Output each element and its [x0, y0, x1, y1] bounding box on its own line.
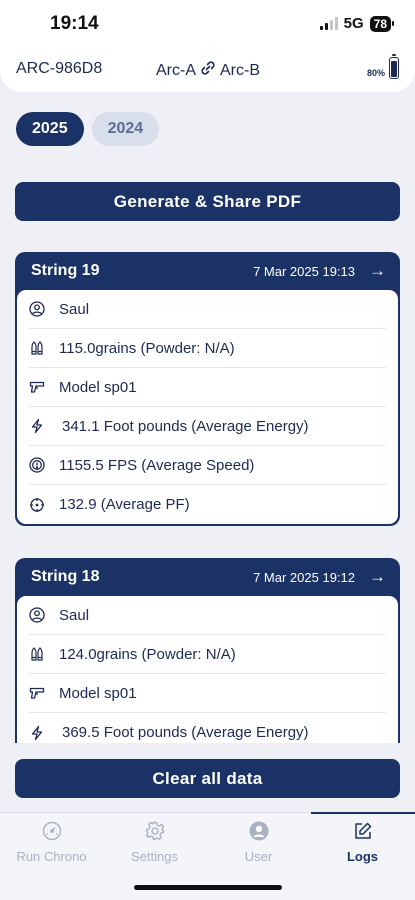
tab-label: Run Chrono	[16, 849, 87, 864]
string-card-body: Saul 124.0grains (Powder: N/A) Model sp0…	[17, 596, 398, 743]
lightning-icon	[29, 418, 45, 434]
tab-run-chrono[interactable]: Run Chrono	[0, 813, 103, 869]
tab-logs[interactable]: Logs	[311, 813, 414, 869]
year-filter: 2025 2024	[16, 112, 160, 146]
string-title: String 19	[31, 262, 100, 279]
pf-value: 132.9 (Average PF)	[59, 496, 190, 513]
tab-label: Settings	[131, 849, 178, 864]
tab-label: User	[244, 849, 273, 864]
model-row: Model sp01	[29, 674, 386, 713]
link-icon	[200, 60, 216, 81]
grains-row: 124.0grains (Powder: N/A)	[29, 635, 386, 674]
arrow-right-icon[interactable]: →	[369, 261, 386, 281]
string-card-header[interactable]: String 19 7 Mar 2025 19:13 →	[17, 252, 398, 290]
shooter-name: Saul	[59, 606, 90, 624]
user-icon	[249, 821, 269, 846]
energy-value: 369.5 Foot pounds (Average Energy)	[62, 724, 309, 741]
arc-a-label: Arc-A	[156, 61, 196, 79]
shooter-row: Saul	[29, 290, 386, 329]
user-circle-icon	[29, 607, 45, 623]
pistol-icon	[29, 379, 45, 395]
tab-settings[interactable]: Settings	[103, 813, 206, 869]
energy-value: 341.1 Foot pounds (Average Energy)	[62, 417, 309, 435]
energy-row: 341.1 Foot pounds (Average Energy)	[29, 407, 386, 446]
clear-data-button[interactable]: Clear all data	[15, 759, 400, 798]
strings-list[interactable]: String 19 7 Mar 2025 19:13 → Saul 115.0g…	[0, 240, 415, 743]
home-indicator[interactable]	[134, 885, 282, 890]
string-datetime: 7 Mar 2025 19:13	[253, 263, 355, 279]
device-battery: 80%	[366, 54, 399, 79]
grains-row: 115.0grains (Powder: N/A)	[29, 329, 386, 368]
arc-b-label: Arc-B	[220, 61, 260, 79]
bullets-icon	[29, 646, 45, 662]
generate-pdf-button[interactable]: Generate & Share PDF	[15, 182, 400, 221]
string-card-body: Saul 115.0grains (Powder: N/A) Model sp0…	[17, 290, 398, 524]
device-header: ARC-986D8 Arc-A Arc-B 80%	[0, 48, 415, 92]
year-pill-2024[interactable]: 2024	[91, 112, 160, 146]
device-battery-pct: 80%	[366, 68, 385, 78]
signal-icon	[319, 17, 338, 30]
shooter-name: Saul	[59, 300, 90, 318]
user-circle-icon	[29, 301, 45, 317]
string-card-header[interactable]: String 18 7 Mar 2025 19:12 →	[17, 558, 398, 596]
pistol-icon	[29, 685, 45, 701]
shooter-row: Saul	[29, 596, 386, 635]
crosshair-icon	[29, 497, 45, 513]
network-label: 5G	[343, 15, 364, 32]
model-value: Model sp01	[59, 378, 137, 396]
pf-row: 132.9 (Average PF)	[29, 485, 386, 524]
edit-icon	[353, 821, 373, 846]
speed-alert-icon	[29, 457, 45, 473]
battery-fill	[391, 61, 397, 77]
speedometer-icon	[42, 821, 62, 846]
arrow-right-icon[interactable]: →	[369, 567, 386, 587]
string-card[interactable]: String 18 7 Mar 2025 19:12 → Saul 124.0g…	[15, 558, 400, 743]
model-value: Model sp01	[59, 684, 137, 702]
string-title: String 18	[31, 568, 100, 585]
model-row: Model sp01	[29, 368, 386, 407]
grains-value: 115.0grains (Powder: N/A)	[59, 339, 235, 357]
gear-icon	[145, 821, 165, 846]
tab-user[interactable]: User	[207, 813, 310, 869]
speed-row: 1155.5 FPS (Average Speed)	[29, 446, 386, 485]
device-arcs[interactable]: Arc-A Arc-B	[156, 60, 260, 81]
string-card[interactable]: String 19 7 Mar 2025 19:13 → Saul 115.0g…	[15, 252, 400, 526]
phone-battery-icon: 78	[369, 15, 395, 32]
lightning-icon	[29, 725, 45, 741]
energy-row: 369.5 Foot pounds (Average Energy)	[29, 713, 386, 743]
string-datetime: 7 Mar 2025 19:12	[253, 569, 355, 585]
bullets-icon	[29, 340, 45, 356]
status-time: 19:14	[50, 13, 99, 34]
grains-value: 124.0grains (Powder: N/A)	[59, 645, 236, 663]
year-pill-2025[interactable]: 2025	[16, 112, 84, 146]
speed-value: 1155.5 FPS (Average Speed)	[59, 456, 255, 474]
status-bar: 19:14 5G 78	[0, 0, 415, 48]
status-indicators: 5G 78	[319, 15, 395, 32]
device-id: ARC-986D8	[16, 60, 103, 77]
battery-icon	[389, 54, 399, 79]
tab-label: Logs	[346, 849, 379, 864]
